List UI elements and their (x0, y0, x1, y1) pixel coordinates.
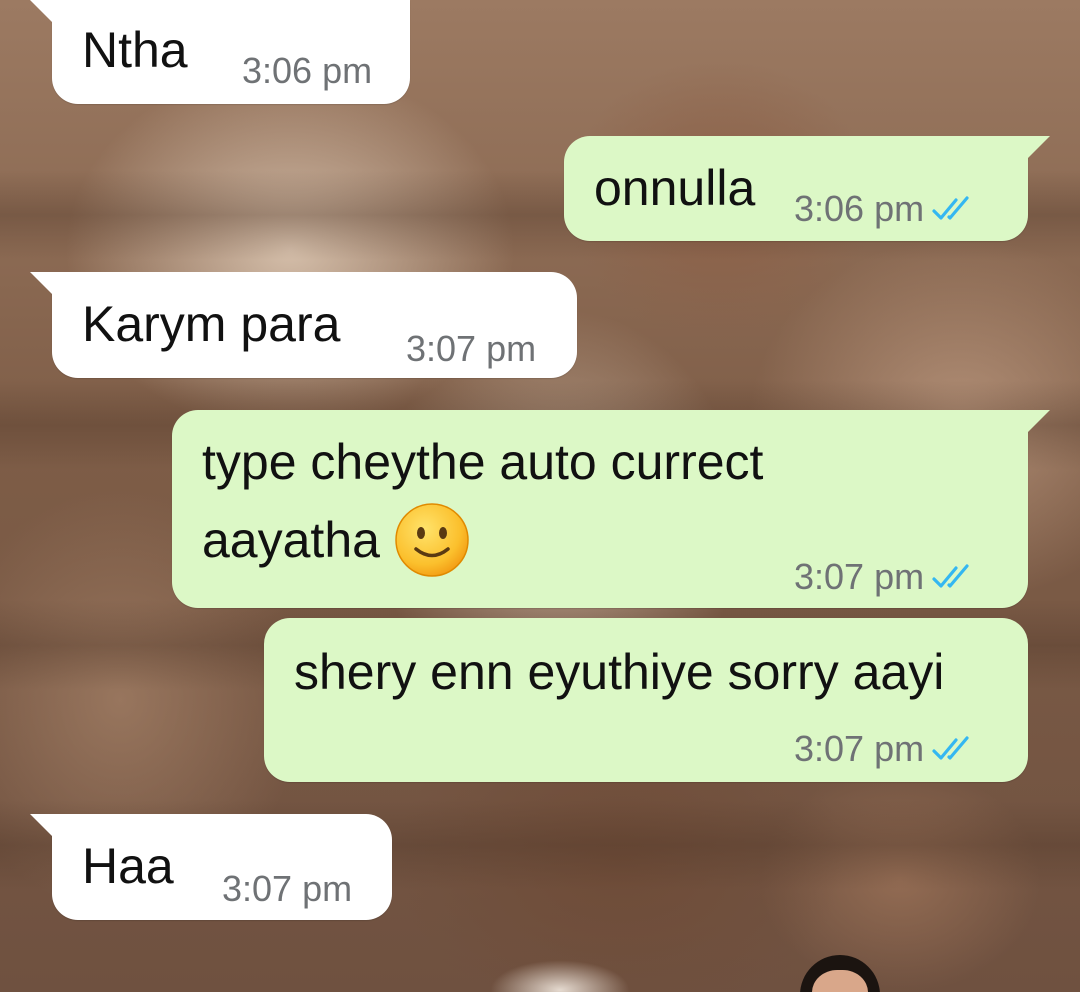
double-check-icon (932, 564, 969, 588)
message-text: shery enn eyuthiye sorry aayi (294, 644, 945, 700)
message-text-line-1: type cheythe auto currect (202, 434, 764, 490)
incoming-message[interactable]: Ntha 3:06 pm (30, 0, 410, 104)
message-time: 3:06 pm (242, 50, 373, 91)
message-text: Haa (82, 838, 174, 894)
message-time: 3:07 pm (222, 868, 353, 909)
incoming-message[interactable]: Haa 3:07 pm (30, 814, 392, 920)
message-text: Ntha (82, 22, 188, 78)
double-check-icon (932, 196, 969, 220)
message-text: Karym para (82, 296, 341, 352)
message-time: 3:07 pm (794, 728, 925, 769)
outgoing-message[interactable]: shery enn eyuthiye sorry aayi 3:07 pm (264, 618, 1028, 782)
message-list[interactable]: Ntha 3:06 pm onnulla 3:06 pm Karym para … (0, 0, 1080, 992)
message-text: onnulla (594, 160, 756, 216)
slightly-smiling-face-emoji (395, 503, 469, 577)
outgoing-message[interactable]: onnulla 3:06 pm (564, 136, 1050, 241)
outgoing-message[interactable]: type cheythe auto currect aayatha 3:07 p… (172, 410, 1050, 608)
message-time: 3:07 pm (406, 328, 537, 369)
double-check-icon (932, 736, 969, 760)
message-time: 3:06 pm (794, 188, 925, 229)
incoming-message[interactable]: Karym para 3:07 pm (30, 272, 577, 378)
message-time: 3:07 pm (794, 556, 925, 597)
message-text-line-2: aayatha (202, 502, 470, 582)
